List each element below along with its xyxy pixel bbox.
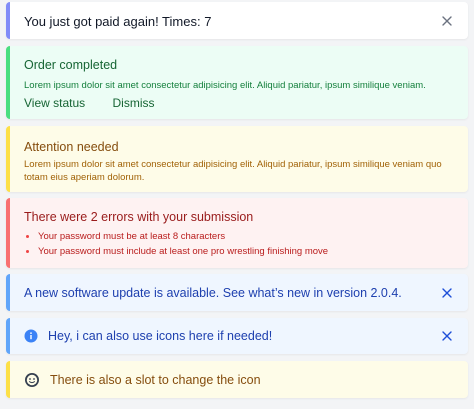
error-list: Your password must be at least 8 charact…: [24, 229, 328, 259]
paid-alert: You just got paid again! Times: 7: [6, 2, 468, 39]
face-icon: [24, 372, 40, 388]
warning-alert: Attention needed Lorem ipsum dolor sit a…: [6, 126, 468, 192]
view-status-link[interactable]: View status: [24, 96, 85, 110]
error-item: Your password must be at least 8 charact…: [38, 229, 328, 244]
error-alert-title: There were 2 errors with your submission: [24, 210, 254, 224]
info-icon-alert: Hey, i can also use icons here if needed…: [6, 318, 468, 354]
info-icon: [24, 329, 38, 343]
warning-alert-body: Lorem ipsum dolor sit amet consectetur a…: [24, 159, 442, 183]
dismiss-link[interactable]: Dismiss: [113, 96, 155, 110]
success-alert: Order completed Lorem ipsum dolor sit am…: [6, 46, 468, 119]
success-alert-actions: View status Dismiss: [24, 96, 155, 110]
success-alert-title: Order completed: [24, 58, 118, 72]
close-icon[interactable]: [440, 329, 454, 343]
custom-icon-alert-title: There is also a slot to change the icon: [50, 373, 261, 387]
paid-alert-title: You just got paid again! Times: 7: [24, 14, 212, 29]
info-icon-alert-title: Hey, i can also use icons here if needed…: [48, 329, 273, 343]
close-icon[interactable]: [440, 286, 454, 300]
custom-icon-alert: There is also a slot to change the icon: [6, 361, 468, 398]
update-alert-title: A new software update is available. See …: [24, 286, 402, 300]
close-icon[interactable]: [440, 14, 454, 28]
error-alert: There were 2 errors with your submission…: [6, 198, 468, 268]
error-item: Your password must include at least one …: [38, 244, 328, 259]
warning-alert-title: Attention needed: [24, 140, 119, 154]
update-alert: A new software update is available. See …: [6, 274, 468, 311]
success-alert-body: Lorem ipsum dolor sit amet consectetur a…: [24, 80, 426, 91]
